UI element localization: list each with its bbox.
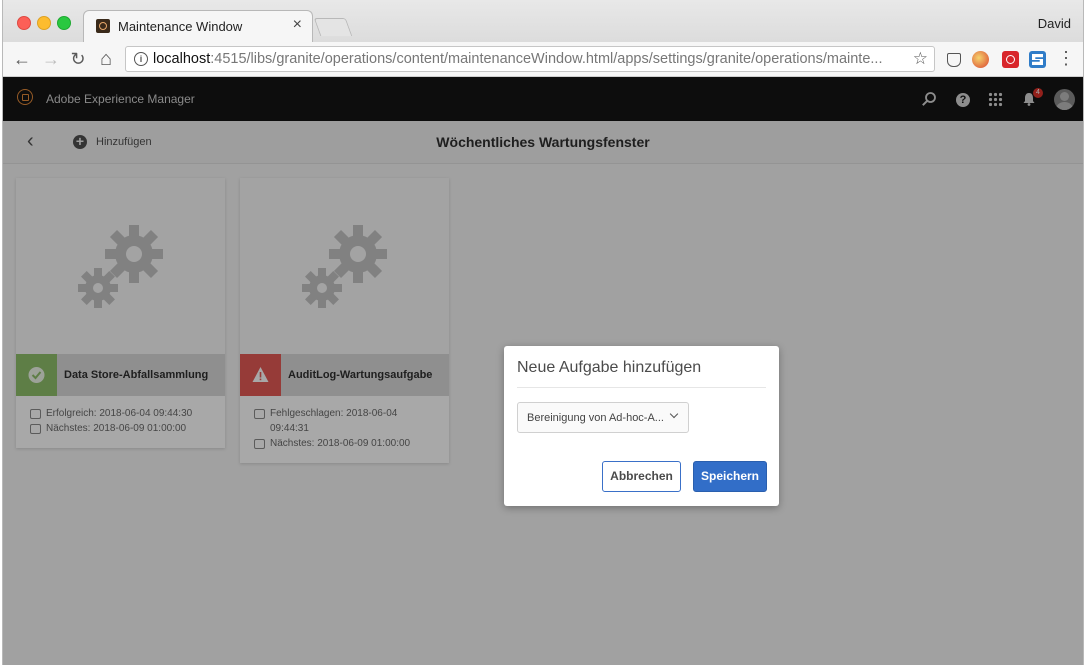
profile-name[interactable]: David [1038,16,1071,31]
title-bar: Maintenance Window × David [3,0,1083,42]
dialog-title: Neue Aufgabe hinzufügen [517,359,702,376]
maximize-window-button[interactable] [57,16,71,30]
aem-favicon-icon [96,19,110,33]
minimize-window-button[interactable] [37,16,51,30]
url-text: localhost:4515/libs/granite/operations/c… [153,51,883,67]
chevron-down-icon [669,409,679,419]
info-icon[interactable]: i [134,52,148,66]
browser-tab[interactable]: Maintenance Window × [83,10,313,42]
back-arrow-icon[interactable]: ← [11,48,33,70]
close-window-button[interactable] [17,16,31,30]
select-value: Bereinigung von Ad-hoc-A... [527,412,664,424]
extension-palette-icon[interactable] [972,51,989,68]
forward-arrow-icon[interactable]: → [40,48,62,70]
cancel-button[interactable]: Abbrechen [602,461,681,492]
new-tab-button[interactable] [313,18,353,36]
extension-s-icon[interactable] [1029,51,1046,68]
tab-title: Maintenance Window [118,19,243,34]
task-type-select[interactable]: Bereinigung von Ad-hoc-A... [517,402,689,433]
browser-menu-icon[interactable]: ⋮ [1057,48,1075,69]
browser-window: Maintenance Window × David ← → ↻ ⌂ i loc… [2,0,1084,665]
aem-app: Adobe Experience Manager ? 4 ‹ + Hinzufü… [3,77,1083,665]
dialog-divider [517,387,766,388]
browser-toolbar: ← → ↻ ⌂ i localhost:4515/libs/granite/op… [3,42,1083,77]
address-bar[interactable]: i localhost:4515/libs/granite/operations… [125,46,935,72]
tab-close-icon[interactable]: × [293,17,302,33]
save-button[interactable]: Speichern [693,461,767,492]
bookmark-star-icon[interactable]: ☆ [913,49,928,69]
extension-cup-icon[interactable] [947,53,961,67]
add-task-dialog: Neue Aufgabe hinzufügen Bereinigung von … [504,346,779,506]
extension-red-icon[interactable] [1002,51,1019,68]
reload-icon[interactable]: ↻ [67,48,89,70]
home-icon[interactable]: ⌂ [95,48,117,70]
